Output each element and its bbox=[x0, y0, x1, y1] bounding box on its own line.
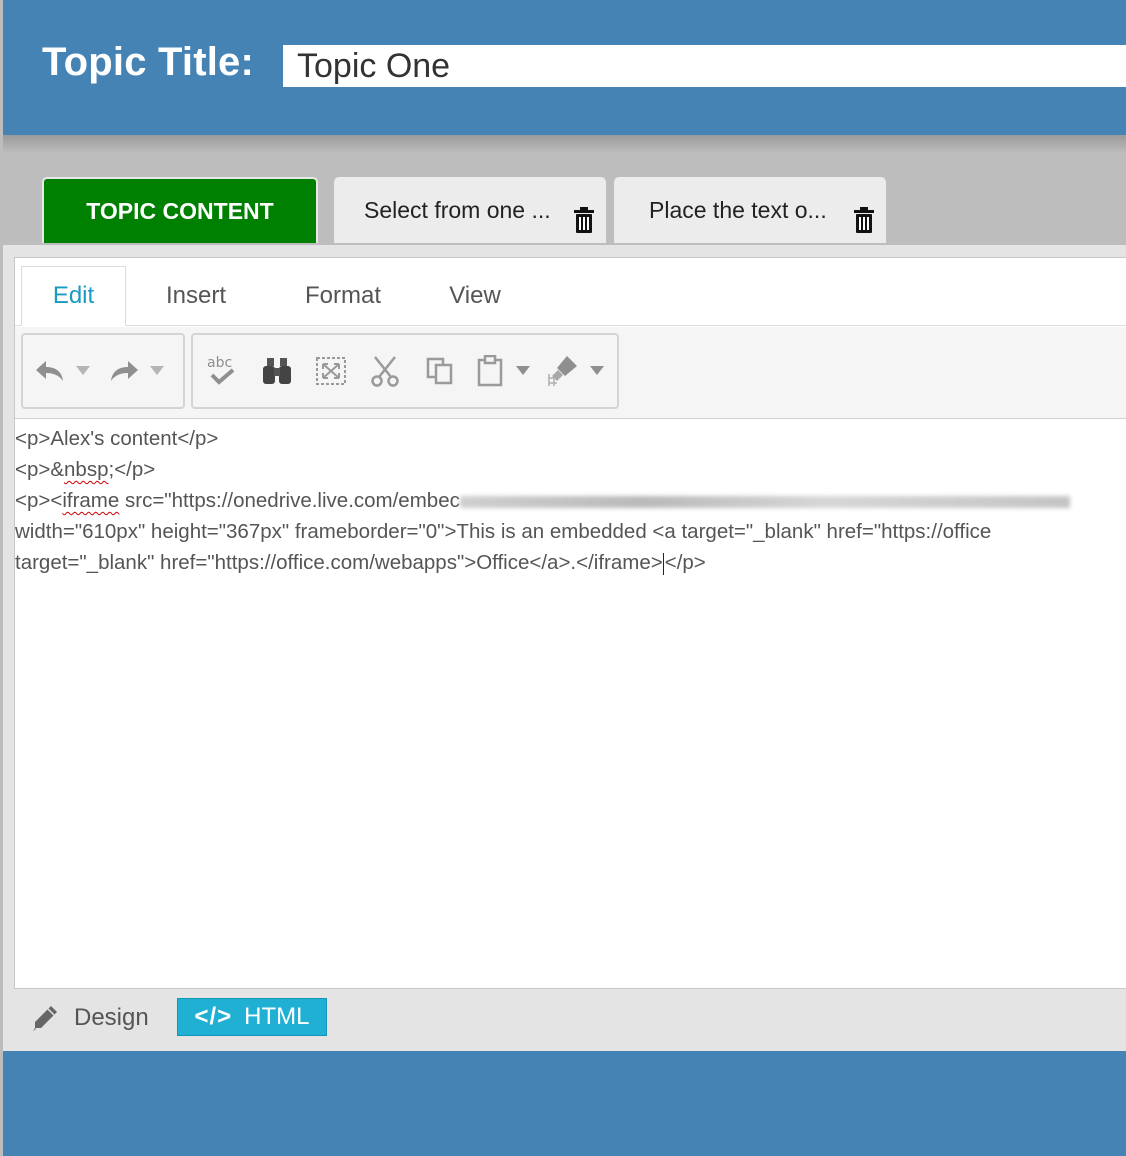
redacted-text bbox=[459, 495, 1070, 508]
spelling-error: iframe bbox=[62, 489, 120, 512]
html-source-textarea[interactable]: <p>Alex's content</p> <p>&nbsp;</p> <p><… bbox=[15, 420, 1126, 990]
format-painter-icon bbox=[548, 356, 577, 386]
chevron-down-icon bbox=[516, 366, 530, 375]
code-line: <p>&nbsp;</p> bbox=[15, 458, 156, 481]
code-line: <p>Alex's content</p> bbox=[15, 427, 219, 450]
undo-button[interactable] bbox=[33, 349, 67, 393]
undo-icon bbox=[36, 361, 63, 381]
undo-dropdown[interactable] bbox=[73, 349, 93, 393]
window-edge bbox=[0, 0, 3, 1156]
edit-tools-group: abc bbox=[191, 333, 619, 409]
find-button[interactable] bbox=[259, 349, 295, 393]
editor-mode-bar: Design </> HTML bbox=[0, 989, 1126, 1049]
find-icon bbox=[263, 358, 291, 384]
undo-redo-group bbox=[21, 333, 185, 409]
chevron-down-icon bbox=[150, 366, 164, 375]
rich-text-editor: Edit Insert Format View abc <p>Alex's co… bbox=[14, 257, 1126, 989]
chevron-down-icon bbox=[590, 366, 604, 375]
menu-tab-edit[interactable]: Edit bbox=[21, 266, 126, 326]
design-label: Design bbox=[74, 1004, 149, 1031]
cut-icon bbox=[371, 356, 399, 387]
code-line: <p><iframe src="https://onedrive.live.co… bbox=[15, 485, 1126, 516]
trash-icon[interactable] bbox=[574, 207, 594, 233]
paste-dropdown[interactable] bbox=[513, 349, 533, 393]
cut-button[interactable] bbox=[367, 349, 403, 393]
header: Topic Title: bbox=[0, 0, 1126, 135]
tab-place-label: Place the text o... bbox=[649, 196, 827, 223]
chevron-down-icon bbox=[76, 366, 90, 375]
paste-icon bbox=[477, 355, 503, 387]
topic-title-input[interactable] bbox=[283, 45, 1126, 87]
footer bbox=[0, 1051, 1126, 1156]
format-painter-button[interactable] bbox=[543, 349, 583, 393]
html-label: HTML bbox=[244, 1003, 310, 1030]
tab-topic-content[interactable]: TOPIC CONTENT bbox=[42, 177, 318, 243]
redo-button[interactable] bbox=[107, 349, 141, 393]
svg-text:abc: abc bbox=[207, 355, 232, 371]
pencil-icon bbox=[33, 1006, 57, 1031]
design-mode-button[interactable]: Design bbox=[30, 1001, 149, 1035]
code-icon: </> bbox=[194, 1003, 233, 1030]
redo-dropdown[interactable] bbox=[147, 349, 167, 393]
menu-tab-view[interactable]: View bbox=[435, 266, 515, 326]
copy-icon bbox=[426, 357, 453, 385]
code-line: target="_blank" href="https://office.com… bbox=[15, 551, 706, 575]
select-all-icon bbox=[316, 357, 346, 385]
paste-button[interactable] bbox=[473, 349, 507, 393]
menu-tab-insert[interactable]: Insert bbox=[141, 266, 251, 326]
editor-panel: Edit Insert Format View abc <p>Alex's co… bbox=[0, 245, 1126, 1051]
text-caret bbox=[662, 552, 664, 575]
copy-button[interactable] bbox=[423, 349, 457, 393]
tab-topic-content-label: TOPIC CONTENT bbox=[86, 197, 274, 224]
tab-select-from-one[interactable]: Select from one ... bbox=[334, 177, 606, 243]
tab-place-the-text[interactable]: Place the text o... bbox=[614, 177, 886, 243]
topic-title-label: Topic Title: bbox=[42, 40, 255, 84]
redo-icon bbox=[111, 361, 138, 381]
trash-icon[interactable] bbox=[854, 207, 874, 233]
topic-tabs-bar: TOPIC CONTENT Select from one ... Place … bbox=[0, 135, 1126, 245]
format-painter-dropdown[interactable] bbox=[587, 349, 607, 393]
shadow bbox=[0, 135, 1126, 153]
select-all-button[interactable] bbox=[313, 349, 349, 393]
tab-select-label: Select from one ... bbox=[364, 196, 551, 223]
html-mode-button[interactable]: </> HTML bbox=[177, 998, 327, 1036]
code-line: width="610px" height="367px" frameborder… bbox=[15, 520, 992, 543]
menu-tab-format[interactable]: Format bbox=[283, 266, 403, 326]
spellcheck-button[interactable]: abc bbox=[203, 349, 243, 393]
spellcheck-icon: abc bbox=[207, 355, 235, 385]
editor-toolbar: abc bbox=[15, 327, 1126, 419]
editor-menu-bar: Edit Insert Format View bbox=[15, 258, 1126, 326]
spelling-error: nbsp bbox=[64, 458, 109, 481]
